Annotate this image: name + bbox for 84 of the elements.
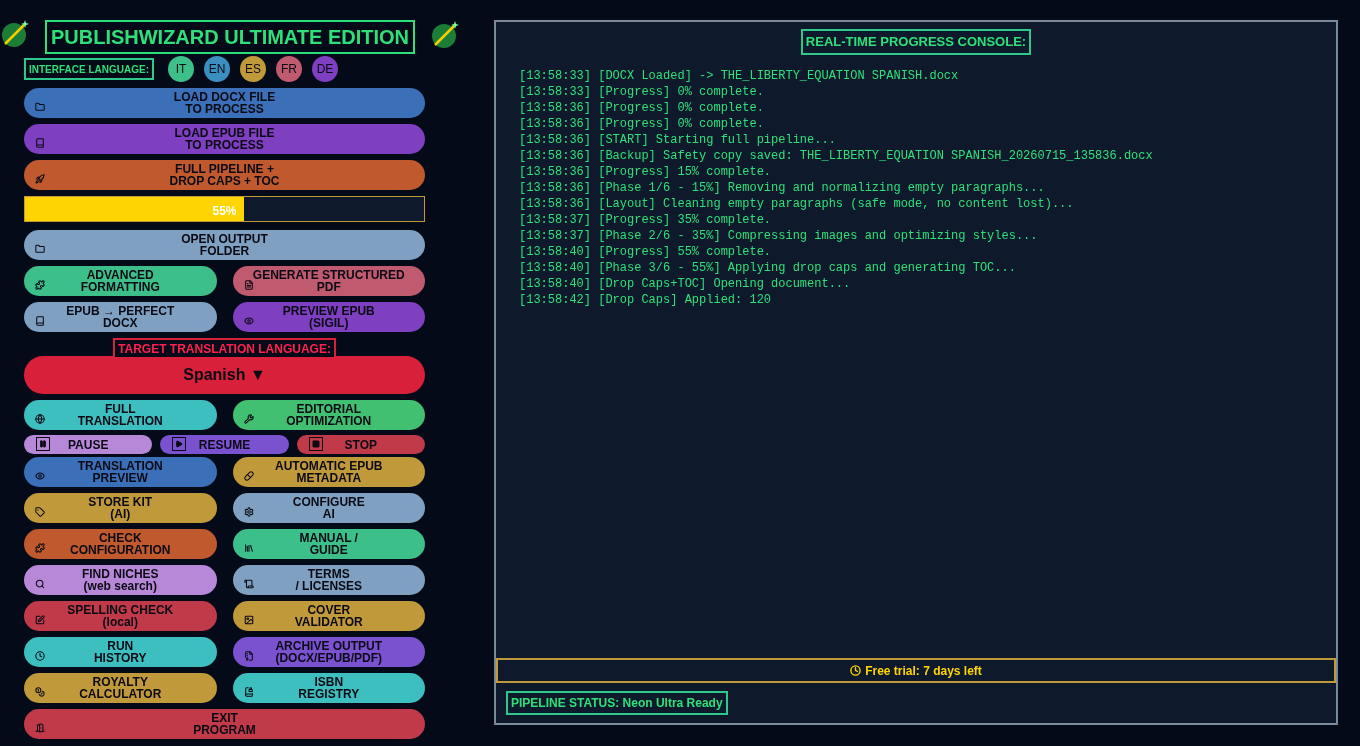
pipeline-status: PIPELINE STATUS: Neon Ultra Ready bbox=[506, 691, 728, 715]
puzzle-icon bbox=[35, 543, 45, 553]
action-button[interactable]: PAUSE bbox=[24, 435, 153, 454]
book-icon bbox=[35, 138, 45, 148]
document-icon bbox=[243, 280, 254, 290]
magic-wand-icon bbox=[0, 19, 30, 49]
action-button[interactable]: FULL TRANSLATION bbox=[24, 400, 217, 430]
action-button[interactable]: ROYALTY CALCULATOR bbox=[24, 673, 217, 703]
action-button[interactable]: RESUME bbox=[160, 435, 289, 454]
action-button[interactable]: LOAD DOCX FILE TO PROCESS bbox=[24, 88, 425, 118]
globe-icon bbox=[35, 414, 45, 424]
action-button[interactable]: GENERATE STRUCTURED PDF bbox=[232, 266, 425, 296]
target-language-label: TARGET TRANSLATION LANGUAGE: bbox=[113, 338, 336, 359]
play-icon bbox=[172, 437, 187, 451]
action-button[interactable]: EXIT PROGRAM bbox=[24, 709, 425, 739]
clock-icon bbox=[35, 651, 45, 661]
console-line: [13:58:36] [Backup] Safety copy saved: THE_LIBERTY_EQUATION SPANISH_20260715_135836.docx bbox=[519, 148, 1154, 164]
search-icon bbox=[35, 579, 45, 589]
console-line: [13:58:40] [Phase 3/6 - 55%] Applying drop caps and generating TOC... bbox=[519, 260, 1017, 276]
clock-icon bbox=[850, 665, 862, 676]
action-button[interactable]: CHECK CONFIGURATION bbox=[24, 529, 217, 559]
action-button[interactable]: EDITORIAL OPTIMIZATION bbox=[232, 400, 425, 430]
action-button[interactable]: FULL PIPELINE + DROP CAPS + TOC bbox=[24, 160, 425, 190]
console-line: [13:58:40] [Progress] 55% complete. bbox=[519, 244, 773, 260]
folder-icon bbox=[35, 102, 45, 112]
console-line: [13:58:36] [Progress] 15% complete. bbox=[519, 164, 773, 180]
interface-language-label: INTERFACE LANGUAGE: bbox=[24, 58, 154, 80]
language-button[interactable]: FR bbox=[276, 56, 302, 82]
action-button[interactable]: CONFIGURE AI bbox=[232, 493, 425, 523]
action-button[interactable]: TRANSLATION PREVIEW bbox=[24, 457, 217, 487]
rocket-icon bbox=[35, 174, 45, 184]
action-button[interactable]: ARCHIVE OUTPUT (DOCX/EPUB/PDF) bbox=[232, 637, 425, 667]
language-button[interactable]: ES bbox=[240, 56, 266, 82]
book-lock-icon bbox=[243, 687, 254, 697]
console-line: [13:58:36] [Layout] Cleaning empty paragraphs (safe mode, no content lost)... bbox=[519, 196, 1075, 212]
console-line: [13:58:36] [Progress] 0% complete. bbox=[519, 116, 765, 132]
action-button[interactable]: TERMS / LICENSES bbox=[232, 565, 425, 595]
magic-wand-icon bbox=[430, 20, 460, 50]
coins-icon bbox=[35, 687, 45, 697]
books-icon bbox=[243, 543, 254, 553]
language-button[interactable]: EN bbox=[204, 56, 230, 82]
pause-icon bbox=[36, 437, 50, 451]
console-line: [13:58:36] [START] Starting full pipeline... bbox=[519, 132, 837, 148]
settings-icon bbox=[243, 507, 254, 517]
door-icon bbox=[35, 723, 45, 733]
console-line: [13:58:37] [Phase 2/6 - 35%] Compressing images and optimizing styles... bbox=[519, 228, 1039, 244]
action-button[interactable]: FIND NICHES (web search) bbox=[24, 565, 217, 595]
app-title: PUBLISHWIZARD ULTIMATE EDITION bbox=[44, 20, 416, 54]
console-title: REAL-TIME PROGRESS CONSOLE: bbox=[800, 29, 1032, 55]
action-button[interactable]: COVER VALIDATOR bbox=[232, 601, 425, 631]
action-button[interactable]: ISBN REGISTRY bbox=[232, 673, 425, 703]
archive-icon bbox=[243, 651, 254, 661]
tag-icon bbox=[35, 507, 45, 517]
image-icon bbox=[243, 615, 254, 625]
wrench-icon bbox=[243, 414, 254, 424]
eye-icon bbox=[243, 316, 254, 326]
progress-percent: 55% bbox=[212, 203, 237, 220]
console-line: [13:58:33] [Progress] 0% complete. bbox=[519, 84, 765, 100]
action-button[interactable]: ADVANCED FORMATTING bbox=[24, 266, 217, 296]
console-line: [13:58:36] [Progress] 0% complete. bbox=[519, 100, 765, 116]
language-button[interactable]: IT bbox=[168, 56, 194, 82]
action-button[interactable]: RUN HISTORY bbox=[24, 637, 217, 667]
book-icon bbox=[35, 316, 45, 326]
action-button[interactable]: EPUB → PERFECT DOCX bbox=[24, 302, 217, 332]
folder-icon bbox=[35, 244, 45, 254]
puzzle-icon bbox=[35, 280, 45, 290]
stop-icon bbox=[308, 437, 323, 451]
pill-icon bbox=[243, 471, 254, 481]
edit-icon bbox=[35, 615, 45, 625]
action-button[interactable]: STORE KIT (AI) bbox=[24, 493, 217, 523]
action-button[interactable]: SPELLING CHECK (local) bbox=[24, 601, 217, 631]
console-line: [13:58:37] [Progress] 35% complete. bbox=[519, 212, 773, 228]
trial-text: Free trial: 7 days left bbox=[865, 662, 982, 680]
action-button[interactable]: MANUAL / GUIDE bbox=[232, 529, 425, 559]
eye-icon bbox=[35, 471, 45, 481]
console-line: [13:58:40] [Drop Caps+TOC] Opening document... bbox=[519, 276, 852, 292]
console-line: [13:58:42] [Drop Caps] Applied: 120 bbox=[519, 292, 773, 308]
action-button[interactable]: STOP bbox=[296, 435, 425, 454]
action-button[interactable]: AUTOMATIC EPUB METADATA bbox=[232, 457, 425, 487]
language-dropdown[interactable]: Spanish ▼ bbox=[24, 356, 425, 394]
scroll-icon bbox=[243, 579, 254, 589]
action-button[interactable]: OPEN OUTPUT FOLDER bbox=[24, 230, 425, 260]
console-line: [13:58:33] [DOCX Loaded] -> THE_LIBERTY_EQUATION SPANISH.docx bbox=[519, 68, 960, 84]
console-line: [13:58:36] [Phase 1/6 - 15%] Removing and normalizing empty paragraphs... bbox=[519, 180, 1046, 196]
